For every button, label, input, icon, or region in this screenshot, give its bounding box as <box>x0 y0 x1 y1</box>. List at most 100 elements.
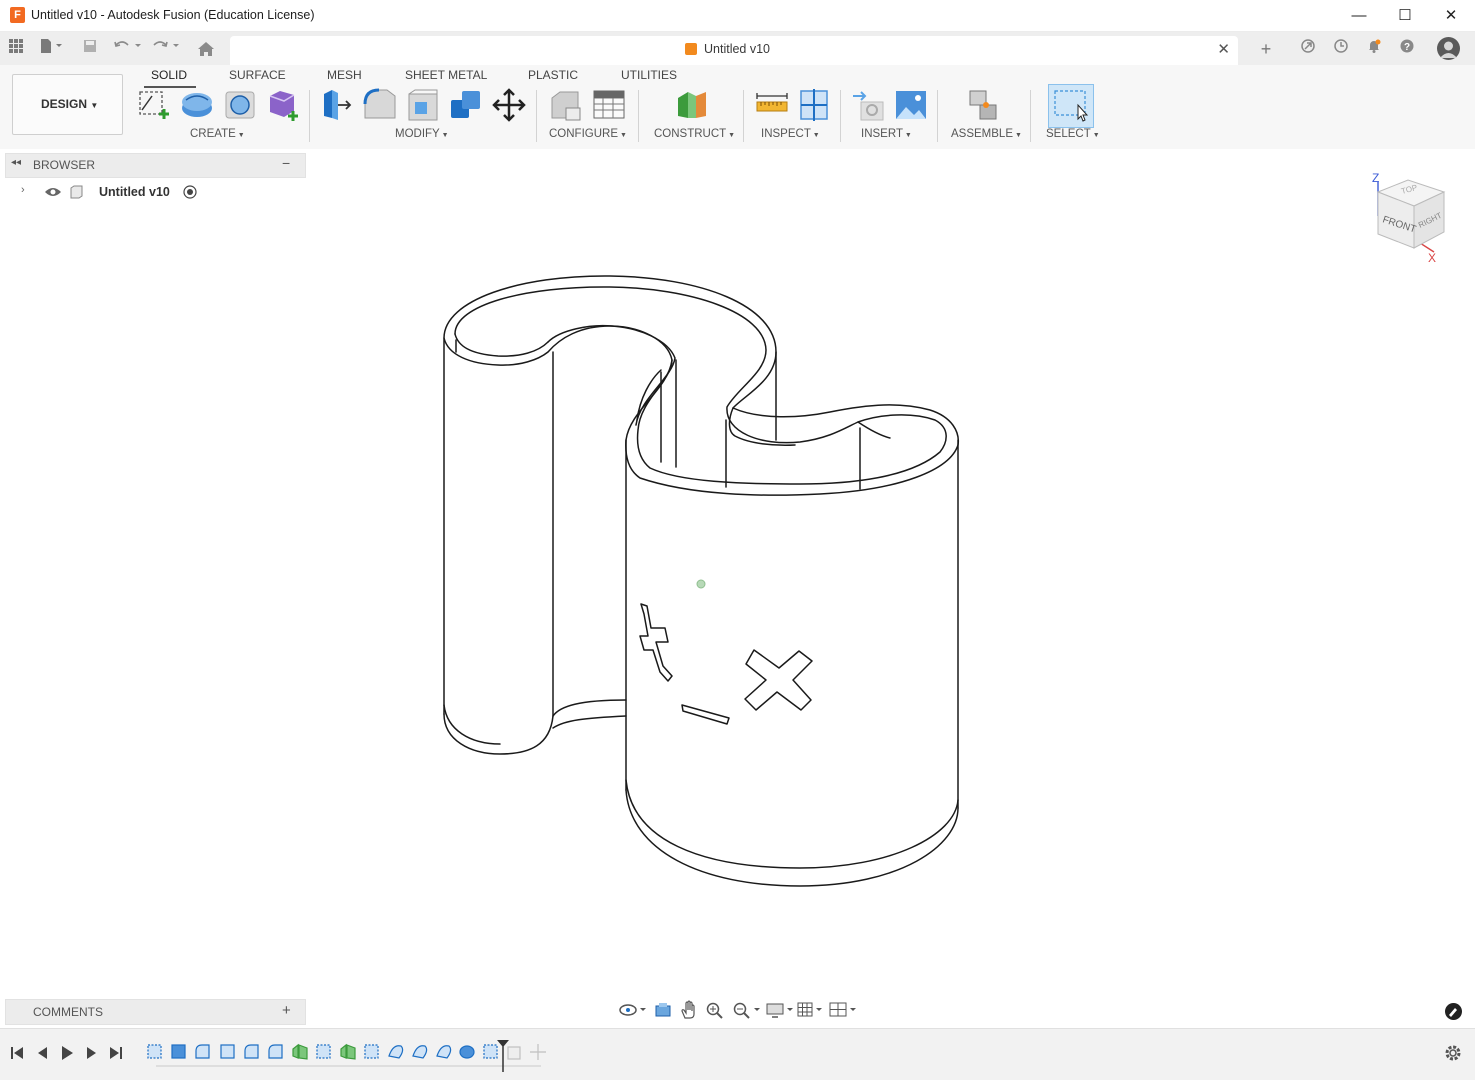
feedback-icon[interactable] <box>1445 1003 1462 1020</box>
bell-icon[interactable] <box>1364 39 1384 59</box>
svg-text:?: ? <box>1404 42 1410 53</box>
eye-icon[interactable] <box>44 186 62 198</box>
comments-panel-header[interactable]: COMMENTS + <box>5 999 306 1025</box>
select-menu[interactable]: SELECT ▼ <box>1046 128 1100 140</box>
extrude-icon[interactable] <box>180 88 214 122</box>
timeline-sketch-icon[interactable] <box>147 1044 162 1059</box>
timeline-fillet-icon[interactable] <box>244 1044 259 1059</box>
insert-menu[interactable]: INSERT ▼ <box>861 128 912 140</box>
model-viewport[interactable] <box>430 265 970 895</box>
assemble-menu[interactable]: ASSEMBLE ▼ <box>951 128 1022 140</box>
timeline-sketch-icon[interactable] <box>483 1044 498 1059</box>
construct-plane-icon[interactable] <box>675 88 709 122</box>
inspect-menu[interactable]: INSPECT ▼ <box>761 128 820 140</box>
measure-icon[interactable] <box>755 88 789 122</box>
timeline-fillet-icon[interactable] <box>268 1044 283 1059</box>
tab-plastic[interactable]: PLASTIC <box>528 68 578 82</box>
select-button[interactable] <box>1048 84 1094 128</box>
play-icon[interactable] <box>62 1046 73 1060</box>
viewports-icon[interactable] <box>828 1001 858 1019</box>
maximize-button[interactable]: ☐ <box>1382 0 1428 31</box>
home-icon[interactable] <box>196 42 216 60</box>
timeline-sketch-icon[interactable] <box>364 1044 379 1059</box>
configuration-table-icon[interactable] <box>592 88 626 122</box>
timeline-plane-icon[interactable] <box>292 1043 308 1060</box>
chevron-right-icon[interactable]: › <box>21 184 25 196</box>
tab-sheet-metal[interactable]: SHEET METAL <box>405 68 487 82</box>
add-comment-button[interactable]: + <box>282 1002 291 1019</box>
timeline-features <box>147 1040 546 1072</box>
tab-solid[interactable]: SOLID <box>151 68 187 82</box>
avatar[interactable] <box>1437 37 1460 60</box>
configure-icon[interactable] <box>548 88 582 122</box>
viewcube[interactable]: Z X FRONT RIGHT TOP <box>1366 168 1451 268</box>
go-to-end-icon[interactable] <box>110 1047 122 1059</box>
display-settings-icon[interactable] <box>765 1001 795 1019</box>
go-to-start-icon[interactable] <box>11 1047 23 1059</box>
move-icon[interactable] <box>492 88 526 122</box>
minimize-button[interactable]: — <box>1336 0 1382 31</box>
step-forward-icon[interactable] <box>87 1047 96 1059</box>
grid-settings-icon[interactable] <box>796 1001 826 1019</box>
fusion-logo-icon: F <box>10 7 25 23</box>
create-menu[interactable]: CREATE ▼ <box>190 128 245 140</box>
redo-icon[interactable] <box>152 39 179 57</box>
help-icon[interactable]: ? <box>1397 39 1417 59</box>
browser-minimize-button[interactable]: − <box>282 155 290 171</box>
tab-mesh[interactable]: MESH <box>327 68 362 82</box>
save-icon[interactable] <box>80 39 100 57</box>
tab-surface[interactable]: SURFACE <box>229 68 286 82</box>
close-tab-button[interactable]: ✕ <box>1217 40 1230 58</box>
configure-menu[interactable]: CONFIGURE ▼ <box>549 128 627 140</box>
browser-panel-header[interactable]: ◂◂ BROWSER − <box>5 153 306 178</box>
close-window-button[interactable]: ✕ <box>1428 0 1474 31</box>
tab-utilities[interactable]: UTILITIES <box>621 68 677 82</box>
combine-icon[interactable] <box>449 88 483 122</box>
document-tab[interactable]: Untitled v10 ✕ <box>230 36 1238 65</box>
look-at-icon[interactable] <box>654 1001 672 1019</box>
timeline-extrude-icon[interactable] <box>171 1044 186 1059</box>
create-form-icon[interactable] <box>266 88 300 124</box>
insert-canvas-icon[interactable] <box>894 88 928 122</box>
browser-root-item[interactable]: › Untitled v10 <box>5 181 205 203</box>
fillet-icon[interactable] <box>363 88 397 122</box>
timeline-emboss-icon[interactable] <box>388 1045 404 1059</box>
create-sketch-icon[interactable] <box>137 88 171 124</box>
zoom-icon[interactable] <box>705 1001 725 1019</box>
plus-icon[interactable]: + <box>1256 39 1276 59</box>
revolve-icon[interactable] <box>223 88 257 122</box>
navigation-bar <box>610 997 870 1023</box>
press-pull-icon[interactable] <box>320 88 354 122</box>
step-back-icon[interactable] <box>38 1047 47 1059</box>
radio-active-icon[interactable] <box>183 185 197 199</box>
timeline-shell-icon[interactable] <box>220 1044 235 1059</box>
orbit-icon[interactable] <box>618 1001 648 1019</box>
workspace-switcher[interactable]: DESIGN ▼ <box>12 74 123 135</box>
file-icon[interactable] <box>40 39 62 57</box>
section-analysis-icon[interactable] <box>798 88 832 122</box>
grid-icon[interactable] <box>6 39 26 57</box>
timeline-plane-icon[interactable] <box>340 1043 356 1060</box>
extensions-icon[interactable] <box>1298 39 1318 59</box>
timeline-emboss-icon[interactable] <box>412 1045 428 1059</box>
comments-title: COMMENTS <box>33 1005 103 1019</box>
pivot-point <box>696 579 706 589</box>
fit-icon[interactable] <box>732 1001 762 1019</box>
undo-icon[interactable] <box>114 39 141 57</box>
collapse-panel-icon[interactable]: ◂◂ <box>11 157 21 168</box>
timeline-marker[interactable] <box>497 1040 509 1072</box>
timeline-fillet-icon[interactable] <box>195 1044 210 1059</box>
shell-icon[interactable] <box>406 88 440 122</box>
timeline-sketch-icon[interactable] <box>316 1044 331 1059</box>
insert-derive-icon[interactable] <box>851 88 885 122</box>
gear-icon[interactable] <box>1444 1044 1462 1062</box>
timeline-extrude-icon[interactable] <box>459 1045 475 1059</box>
timeline-move-icon[interactable] <box>530 1044 546 1060</box>
timeline-suppressed-feature-icon[interactable] <box>507 1046 521 1060</box>
modify-menu[interactable]: MODIFY ▼ <box>395 128 449 140</box>
timeline-emboss-icon[interactable] <box>436 1045 452 1059</box>
pan-icon[interactable] <box>680 1000 698 1020</box>
construct-menu[interactable]: CONSTRUCT ▼ <box>654 128 735 140</box>
clock-icon[interactable] <box>1331 39 1351 59</box>
new-component-icon[interactable] <box>966 88 1000 122</box>
